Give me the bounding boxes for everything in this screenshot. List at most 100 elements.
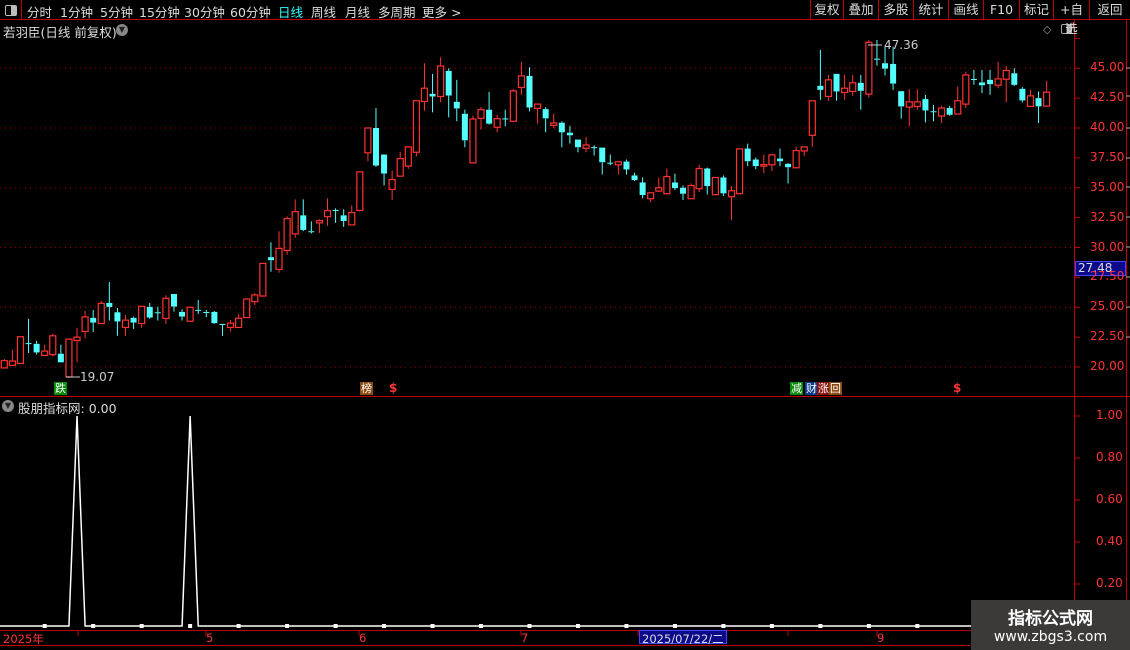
candle-body: [251, 294, 259, 303]
candle: [873, 40, 880, 66]
candle-body: [711, 176, 719, 196]
candle: [566, 125, 573, 144]
period-tab-3[interactable]: 15分钟: [139, 2, 180, 21]
candle-body: [267, 257, 274, 261]
candle: [671, 173, 678, 191]
indicator-marker: [430, 624, 435, 628]
candle-body: [517, 75, 526, 89]
candle: [857, 74, 864, 110]
period-tab-9[interactable]: 多周期: [378, 2, 416, 21]
toolbar-button-5[interactable]: F10: [983, 0, 1019, 20]
candle: [219, 323, 226, 336]
signal-badge-回: 回: [829, 382, 842, 395]
candle-body: [203, 312, 210, 314]
candle: [275, 231, 283, 273]
candle: [1002, 65, 1010, 103]
price-axis-label: 40.00: [1090, 120, 1125, 134]
indicator-title: 股朋指标网: 0.00: [18, 398, 117, 417]
candle: [1026, 89, 1035, 107]
candle-body: [372, 128, 379, 166]
candlestick-chart[interactable]: [0, 0, 1130, 650]
price-axis-label: 32.50: [1090, 209, 1125, 224]
candle-body: [33, 343, 40, 353]
price-axis-label: 22.50: [1090, 329, 1125, 344]
candle: [412, 100, 420, 157]
toolbar-button-6[interactable]: 标记: [1019, 0, 1053, 20]
candle: [203, 309, 210, 318]
candle-body: [591, 147, 598, 149]
toolbar-button-1[interactable]: 叠加: [843, 0, 878, 20]
indicator-axis-label: 0.20: [1096, 576, 1123, 590]
candle-body: [533, 103, 542, 110]
time-axis-label: 5: [206, 631, 214, 645]
price-axis-label: 27.50: [1090, 269, 1125, 284]
candle: [114, 307, 121, 336]
candle: [735, 148, 744, 195]
candle: [97, 300, 105, 325]
candle: [323, 198, 332, 226]
candle-body: [913, 101, 921, 108]
candle-body: [849, 82, 857, 93]
candle: [695, 164, 703, 193]
candle: [429, 73, 436, 113]
candle: [1035, 91, 1042, 123]
toolbar-button-7[interactable]: +自选: [1053, 0, 1089, 36]
candle-body: [16, 336, 25, 365]
period-tab-4[interactable]: 30分钟: [184, 2, 225, 21]
signal-badge-跌: 跌: [54, 382, 67, 395]
time-axis-label: 9: [877, 631, 885, 645]
candle: [81, 310, 89, 339]
period-tab-6[interactable]: 日线: [278, 2, 303, 21]
candle: [647, 192, 655, 202]
period-tab-5[interactable]: 60分钟: [230, 2, 271, 21]
chevron-down-icon[interactable]: ▼: [2, 400, 14, 412]
period-tab-10[interactable]: 更多 >: [422, 2, 461, 21]
candle: [332, 208, 339, 223]
candle-body: [8, 360, 16, 366]
period-tab-1[interactable]: 1分钟: [60, 2, 93, 21]
indicator-axis-label: 0.40: [1096, 534, 1123, 548]
candle: [808, 100, 816, 147]
period-tab-2[interactable]: 5分钟: [100, 2, 133, 21]
candle-body: [243, 298, 251, 319]
toolbar-button-8[interactable]: 返回: [1089, 0, 1130, 20]
candle: [41, 344, 49, 357]
candle-body: [1019, 88, 1026, 101]
candle: [768, 154, 776, 172]
candle-body: [962, 74, 970, 105]
indicator-marker: [818, 624, 823, 628]
candle: [1011, 68, 1018, 86]
candle-body: [800, 146, 808, 152]
candle: [542, 107, 549, 133]
candle: [591, 145, 598, 156]
candle-body: [340, 215, 347, 221]
candle: [106, 282, 113, 321]
candle: [987, 69, 994, 95]
candle-body: [315, 220, 324, 224]
candle-body: [420, 87, 429, 103]
candle-body: [1035, 98, 1042, 107]
candle-body: [138, 305, 146, 325]
candle: [445, 68, 452, 118]
period-tab-7[interactable]: 周线: [311, 2, 336, 21]
candle: [833, 73, 840, 101]
candle: [727, 186, 736, 220]
candle: [57, 344, 64, 363]
indicator-marker: [624, 624, 629, 628]
toolbar-button-3[interactable]: 统计: [913, 0, 948, 20]
candle: [308, 221, 315, 234]
toolbar-button-2[interactable]: 多股: [878, 0, 913, 20]
candle: [502, 109, 509, 127]
toolbar-button-0[interactable]: 复权: [810, 0, 843, 20]
candle-body: [760, 163, 768, 167]
period-tab-8[interactable]: 月线: [345, 2, 370, 21]
period-tab-0[interactable]: 分时: [27, 2, 52, 21]
time-axis-label: 7: [521, 631, 529, 645]
candle: [962, 71, 970, 109]
indicator-marker: [527, 624, 532, 628]
indicator-marker: [91, 624, 96, 628]
candle-body: [73, 336, 81, 342]
candle-body: [623, 161, 630, 170]
toolbar-button-4[interactable]: 画线: [948, 0, 983, 20]
candle: [146, 302, 153, 319]
